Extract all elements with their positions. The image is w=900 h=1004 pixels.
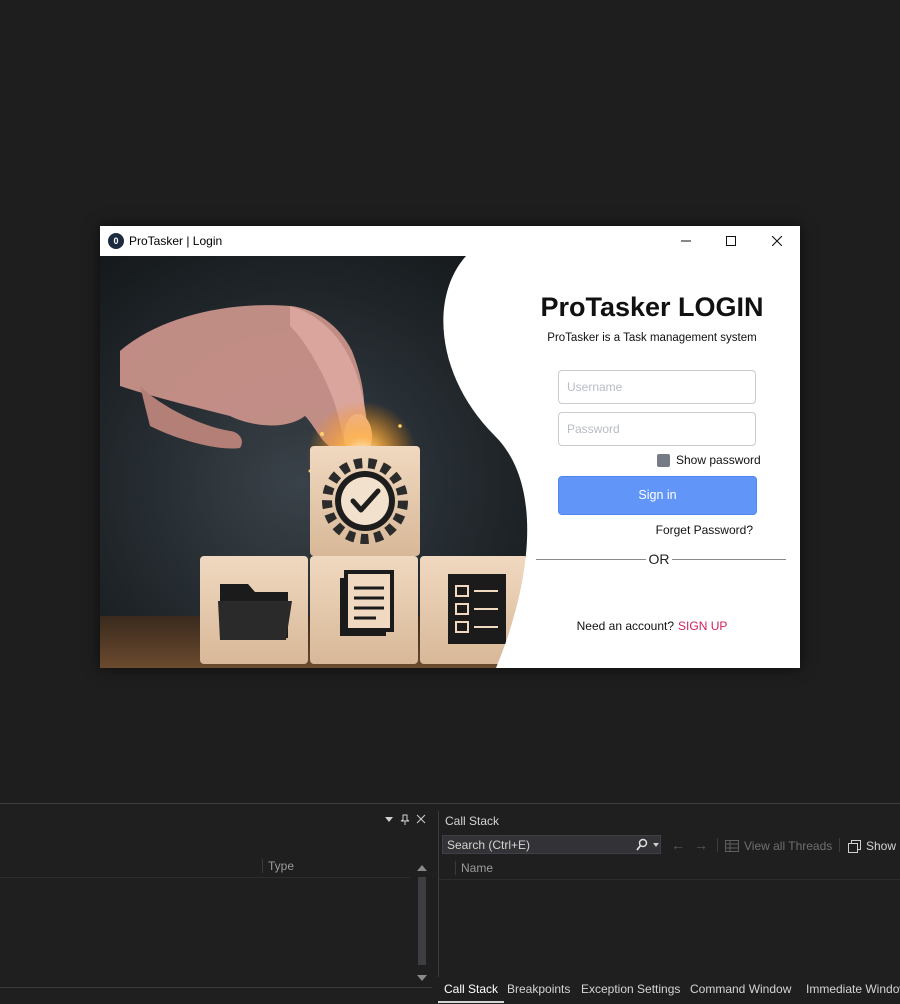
tab-immediate-window[interactable]: Immediate Window <box>806 977 900 1001</box>
show-password-checkbox[interactable] <box>657 453 670 467</box>
password-field[interactable] <box>558 412 756 446</box>
window-title: ProTasker | Login <box>129 234 223 248</box>
call-stack-column-header: Name <box>439 857 900 880</box>
left-panel-bottom-border <box>0 987 432 988</box>
tab-call-stack[interactable]: Call Stack <box>438 977 505 1003</box>
close-button[interactable] <box>754 226 800 256</box>
title-bar[interactable]: 0 ProTasker | Login <box>100 226 800 256</box>
copy-icon <box>848 839 861 853</box>
panel-dropdown-icon[interactable] <box>384 814 394 824</box>
column-separator[interactable] <box>455 861 456 875</box>
debug-tab-strip: Call Stack Breakpoints Exception Setting… <box>438 977 900 1003</box>
left-column-header: Type <box>0 855 410 878</box>
username-field[interactable] <box>558 370 756 404</box>
ide-bottom-area: Type Call Stack Search (Ctrl+E) ← → View… <box>0 803 900 1004</box>
minimize-button[interactable] <box>663 226 709 256</box>
login-window: 0 ProTasker | Login ProTasker LOGIN ProT… <box>100 226 800 668</box>
scroll-thumb[interactable] <box>418 877 426 965</box>
close-icon <box>772 236 782 246</box>
show-external-code-button[interactable]: Show I <box>848 839 900 853</box>
show-label: Show I <box>866 839 900 853</box>
forget-password-link[interactable]: Forget Password? <box>620 523 753 537</box>
search-icon[interactable] <box>636 838 648 851</box>
type-column-header[interactable]: Type <box>268 859 294 873</box>
tab-breakpoints[interactable]: Breakpoints <box>507 977 570 1001</box>
scroll-up-icon[interactable] <box>417 865 427 871</box>
sign-in-button[interactable]: Sign in <box>558 476 757 515</box>
login-subtitle: ProTasker is a Task management system <box>547 332 757 344</box>
app-logo-icon: 0 <box>108 233 124 249</box>
search-options-dropdown-icon[interactable] <box>653 843 659 847</box>
view-all-threads-label: View all Threads <box>744 839 833 853</box>
call-stack-panel: Call Stack Search (Ctrl+E) ← → View all … <box>438 811 900 1004</box>
maximize-button[interactable] <box>708 226 754 256</box>
scroll-down-icon[interactable] <box>417 975 427 981</box>
toolbar-separator <box>717 838 718 852</box>
back-arrow-icon[interactable]: ← <box>671 837 685 853</box>
call-stack-title: Call Stack <box>445 814 500 828</box>
search-placeholder: Search (Ctrl+E) <box>447 838 531 852</box>
left-tool-panel: Type <box>0 811 432 1004</box>
tab-command-window[interactable]: Command Window <box>690 977 791 1001</box>
left-panel-header <box>0 811 432 831</box>
need-account-text: Need an account? <box>576 619 675 633</box>
show-password-label: Show password <box>676 453 761 467</box>
sign-up-link[interactable]: SIGN UP <box>678 619 727 633</box>
name-column-header[interactable]: Name <box>461 861 493 875</box>
forward-arrow-icon[interactable]: → <box>694 837 708 853</box>
tab-exception-settings[interactable]: Exception Settings <box>581 977 680 1001</box>
threads-icon <box>725 840 739 852</box>
show-password-toggle[interactable]: Show password <box>657 453 761 467</box>
maximize-icon <box>726 236 736 246</box>
column-separator[interactable] <box>262 859 263 873</box>
toolbar-separator <box>839 838 840 852</box>
minimize-icon <box>681 240 691 242</box>
signup-prompt: Need an account? SIGN UP <box>520 619 784 633</box>
call-stack-search[interactable]: Search (Ctrl+E) <box>442 835 661 854</box>
login-heading: ProTasker LOGIN <box>540 292 764 322</box>
or-label: OR <box>646 551 672 567</box>
panel-close-icon[interactable] <box>416 814 426 824</box>
view-all-threads-button[interactable]: View all Threads <box>725 839 832 853</box>
pin-icon[interactable] <box>400 814 410 826</box>
vertical-scrollbar[interactable] <box>414 859 430 989</box>
